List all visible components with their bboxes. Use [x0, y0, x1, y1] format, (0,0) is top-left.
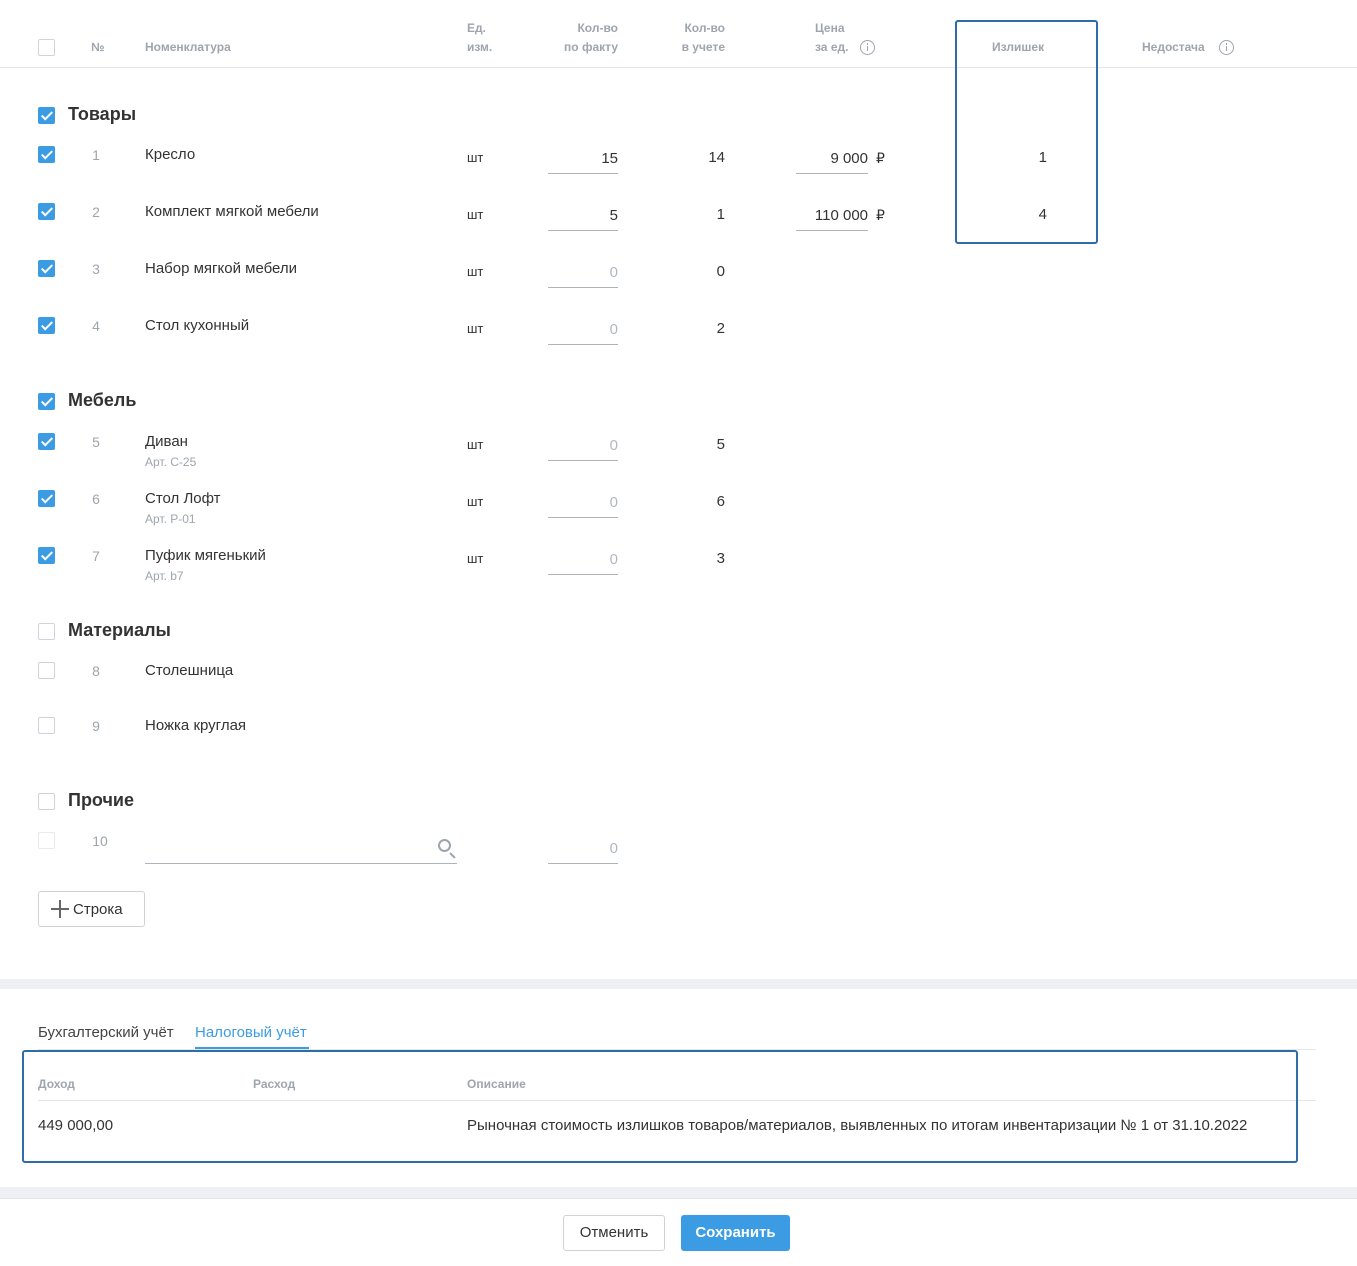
- qty-fact-input[interactable]: 0: [548, 262, 618, 288]
- table-header: № Номенклатура Ед. изм. Кол-во по факту …: [0, 0, 1357, 68]
- row-unit: шт: [467, 321, 484, 336]
- save-button[interactable]: Сохранить: [681, 1215, 790, 1251]
- header-price-line1: Цена: [815, 21, 845, 35]
- row-checkbox-2[interactable]: [38, 203, 55, 220]
- price-input[interactable]: 9 000: [796, 148, 868, 174]
- row-checkbox-8[interactable]: [38, 662, 55, 679]
- header-qty-acc-line2: в учете: [681, 40, 725, 54]
- currency-sign: ₽: [876, 150, 885, 166]
- currency-sign: ₽: [876, 207, 885, 223]
- surplus-value: 1: [1038, 149, 1047, 166]
- row-num: 3: [92, 261, 100, 277]
- row-checkbox-4[interactable]: [38, 317, 55, 334]
- price-input[interactable]: 110 000: [796, 205, 868, 231]
- qty-fact-input[interactable]: 0: [548, 838, 618, 864]
- header-qty-fact-line2: по факту: [564, 40, 618, 54]
- header-nomenclature: Номенклатура: [145, 40, 231, 54]
- qty-fact-input[interactable]: 5: [548, 205, 618, 231]
- row-name: Ножка круглая: [145, 717, 247, 734]
- row-num: 5: [92, 434, 100, 450]
- row-name: Пуфик мягенький: [145, 547, 266, 564]
- row-unit: шт: [467, 207, 484, 222]
- header-shortage: Недостача: [1142, 40, 1205, 54]
- row-name: Диван: [145, 433, 188, 450]
- row-name: Столешница: [145, 662, 234, 679]
- tab-accounting[interactable]: Бухгалтерский учёт: [38, 1024, 174, 1041]
- row-num: 7: [92, 548, 100, 564]
- qty-acc-value: 6: [716, 493, 725, 510]
- row-num: 8: [92, 663, 100, 679]
- header-unit-line2: изм.: [467, 40, 493, 54]
- row-name: Комплект мягкой мебели: [145, 203, 319, 220]
- group-title-furniture: Мебель: [68, 390, 137, 410]
- row-name: Набор мягкой мебели: [145, 260, 298, 277]
- shortage-info-icon[interactable]: [1219, 40, 1234, 55]
- group-title-goods: Товары: [68, 104, 137, 124]
- row-unit: шт: [467, 494, 484, 509]
- header-price-line2: за ед.: [815, 40, 849, 54]
- row-unit: шт: [467, 551, 484, 566]
- group-title-materials: Материалы: [68, 620, 171, 640]
- row-name: Кресло: [145, 146, 196, 163]
- add-row-button[interactable]: Строка: [38, 891, 145, 927]
- nomenclature-search-input[interactable]: [145, 834, 457, 864]
- qty-fact-input[interactable]: 0: [548, 319, 618, 345]
- qty-acc-value: 2: [716, 320, 725, 337]
- group-title-other: Прочие: [68, 790, 135, 810]
- add-row-label: Строка: [73, 900, 123, 918]
- footer-divider: [0, 1187, 1357, 1198]
- qty-acc-value: 14: [708, 149, 725, 166]
- row-num: 4: [92, 318, 100, 334]
- tab-tax-accounting[interactable]: Налоговый учёт: [195, 1024, 307, 1041]
- group-checkbox-furniture[interactable]: [38, 393, 55, 410]
- row-article: Арт. b7: [145, 569, 184, 583]
- group-checkbox-materials[interactable]: [38, 623, 55, 640]
- qty-fact-input[interactable]: 15: [548, 148, 618, 174]
- qty-fact-input[interactable]: 0: [548, 492, 618, 518]
- qty-fact-input[interactable]: 0: [548, 549, 618, 575]
- footer-bar: [0, 1198, 1357, 1266]
- header-qty-acc-line1: Кол-во: [684, 21, 725, 35]
- group-checkbox-other[interactable]: [38, 793, 55, 810]
- row-checkbox-9[interactable]: [38, 717, 55, 734]
- plus-icon: [51, 900, 69, 918]
- qty-fact-input[interactable]: 0: [548, 435, 618, 461]
- header-num: №: [91, 40, 105, 54]
- row-checkbox-10: [38, 832, 55, 849]
- row-num: 2: [92, 204, 100, 220]
- qty-acc-value: 5: [716, 436, 725, 453]
- qty-acc-value: 0: [716, 263, 725, 280]
- row-unit: шт: [467, 437, 484, 452]
- row-article: Арт. С-25: [145, 455, 197, 469]
- row-num: 9: [92, 718, 100, 734]
- row-num: 1: [92, 147, 100, 163]
- row-name: Стол Лофт: [145, 490, 221, 507]
- row-checkbox-3[interactable]: [38, 260, 55, 277]
- row-name: Стол кухонный: [145, 317, 250, 334]
- section-divider: [0, 979, 1357, 989]
- row-checkbox-7[interactable]: [38, 547, 55, 564]
- row-checkbox-6[interactable]: [38, 490, 55, 507]
- group-checkbox-goods[interactable]: [38, 107, 55, 124]
- row-unit: шт: [467, 264, 484, 279]
- select-all-checkbox[interactable]: [38, 39, 55, 56]
- search-icon[interactable]: [438, 839, 451, 852]
- price-info-icon[interactable]: [860, 40, 875, 55]
- row-checkbox-5[interactable]: [38, 433, 55, 450]
- header-qty-fact-line1: Кол-во: [577, 21, 618, 35]
- qty-acc-value: 1: [716, 206, 725, 223]
- tax-table-highlight-frame: [22, 1050, 1298, 1163]
- row-num: 10: [92, 833, 108, 849]
- header-unit-line1: Ед.: [467, 21, 486, 35]
- row-unit: шт: [467, 150, 484, 165]
- row-num: 6: [92, 491, 100, 507]
- row-checkbox-1[interactable]: [38, 146, 55, 163]
- qty-acc-value: 3: [716, 550, 725, 567]
- cancel-button[interactable]: Отменить: [563, 1215, 665, 1251]
- row-article: Арт. Р-01: [145, 512, 196, 526]
- surplus-value: 4: [1038, 206, 1047, 223]
